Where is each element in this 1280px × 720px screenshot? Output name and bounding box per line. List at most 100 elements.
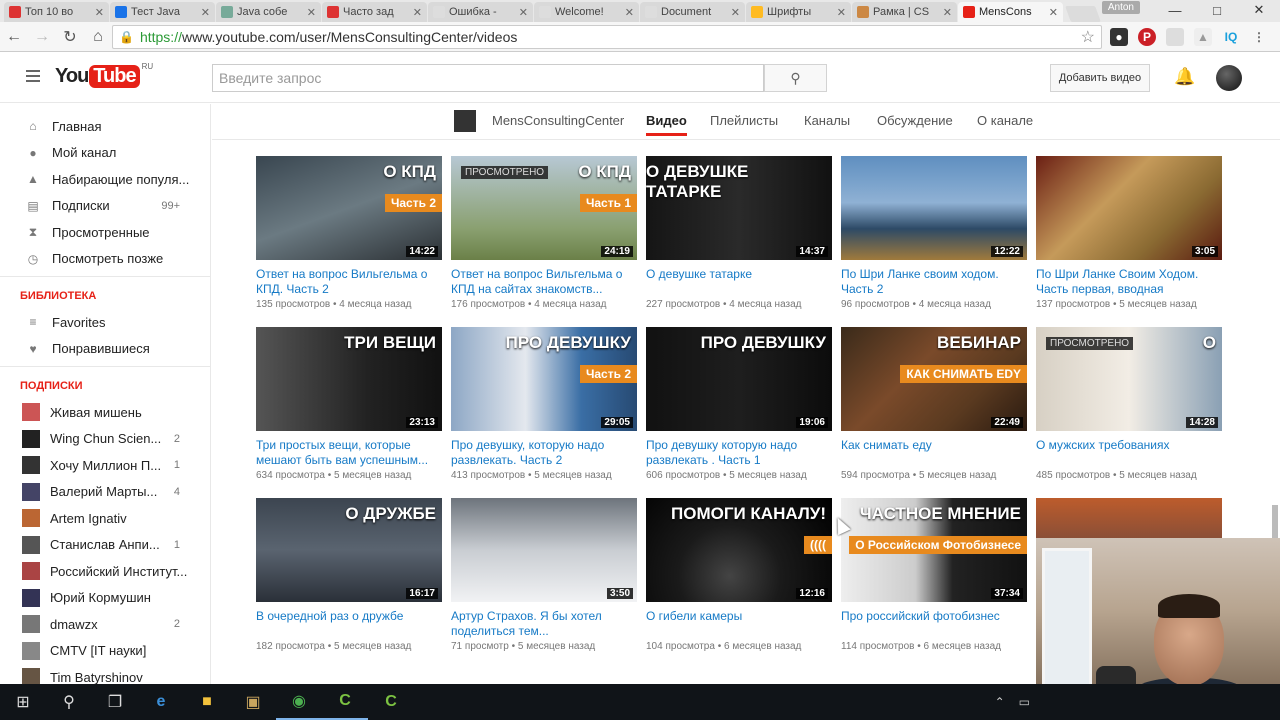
tab-close-icon[interactable]: ✕	[943, 6, 952, 19]
channel-name[interactable]: MensConsultingCenter	[492, 113, 624, 128]
video-thumbnail[interactable]: ВЕБИНАР КАК СНИМАТЬ EDY 22:49	[841, 327, 1027, 431]
close-icon[interactable]: ✕	[1238, 0, 1280, 20]
video-title[interactable]: Ответ на вопрос Вильгельма о КПД на сайт…	[451, 267, 637, 297]
video-card[interactable]: ВЕБИНАР КАК СНИМАТЬ EDY 22:49 Как снимать е…	[841, 327, 1027, 481]
tray-chevron-icon[interactable]: ⌃	[995, 695, 1005, 709]
extension-icon[interactable]: ▲	[1194, 28, 1212, 46]
video-title[interactable]: Про девушку, которую надо развлекать. Ча…	[451, 438, 637, 468]
search-button[interactable]: ⚲	[764, 64, 827, 92]
battery-icon[interactable]: ▭	[1019, 695, 1030, 709]
video-title[interactable]: В очередной раз о дружбе	[256, 609, 442, 639]
video-title[interactable]: По Шри Ланке Своим Ходом. Часть первая, …	[1036, 267, 1222, 297]
subscription-item[interactable]: Artem Ignativ	[0, 505, 210, 532]
video-thumbnail[interactable]: О КПД Часть 2 14:22	[256, 156, 442, 260]
tab-about[interactable]: О канале	[977, 113, 1033, 128]
video-thumbnail[interactable]: ПРО ДЕВУШКУ Часть 2 29:05	[451, 327, 637, 431]
subscription-item[interactable]: Хочу Миллион П... 1	[0, 452, 210, 479]
video-title[interactable]: Артур Страхов. Я бы хотел поделиться тем…	[451, 609, 637, 639]
browser-tab[interactable]: Топ 10 во ✕	[4, 2, 109, 22]
browser-tab[interactable]: Часто зад ✕	[322, 2, 427, 22]
upload-video-button[interactable]: Добавить видео	[1050, 64, 1150, 92]
sidebar-item[interactable]: ♥ Понравившиеся	[0, 336, 210, 363]
extension-icon[interactable]	[1166, 28, 1184, 46]
video-thumbnail[interactable]: ЧАСТНОЕ МНЕНИЕ О Российском Фотобизнесе 37…	[841, 498, 1027, 602]
video-thumbnail[interactable]: 3:05	[1036, 156, 1222, 260]
back-icon[interactable]: ←	[0, 28, 28, 46]
video-title[interactable]: О девушке татарке	[646, 267, 832, 297]
subscription-item[interactable]: Станислав Анпи... 1	[0, 532, 210, 559]
video-card[interactable]: 3:50 Артур Страхов. Я бы хотел поделиться…	[451, 498, 637, 652]
tab-close-icon[interactable]: ✕	[307, 6, 316, 19]
sidebar-item[interactable]: ◷ Посмотреть позже	[0, 246, 210, 273]
browser-tab[interactable]: Шрифты ✕	[746, 2, 851, 22]
video-title[interactable]: Про российский фотобизнес	[841, 609, 1027, 639]
tab-close-icon[interactable]: ✕	[95, 6, 104, 19]
subscription-item[interactable]: Живая мишень	[0, 399, 210, 426]
video-title[interactable]: Ответ на вопрос Вильгельма о КПД. Часть …	[256, 267, 442, 297]
sidebar-item[interactable]: ⧗ Просмотренные	[0, 219, 210, 246]
browser-tab[interactable]: Java собе ✕	[216, 2, 321, 22]
video-title[interactable]: Как снимать еду	[841, 438, 1027, 468]
browser-tab[interactable]: Тест Java ✕	[110, 2, 215, 22]
video-title[interactable]: О гибели камеры	[646, 609, 832, 639]
tab-discussion[interactable]: Обсуждение	[877, 113, 953, 128]
video-title[interactable]: По Шри Ланке своим ходом. Часть 2	[841, 267, 1027, 297]
pinterest-icon[interactable]: P	[1138, 28, 1156, 46]
search-input[interactable]: Введите запрос	[212, 64, 764, 92]
edge-icon[interactable]: e	[138, 684, 184, 720]
video-card[interactable]: 3:05 По Шри Ланке Своим Ходом. Часть перв…	[1036, 156, 1222, 310]
minimize-icon[interactable]: —	[1154, 0, 1196, 20]
extension-icon[interactable]: ●	[1110, 28, 1128, 46]
video-thumbnail[interactable]: О ДЕВУШКЕ ТАТАРКЕ 14:37	[646, 156, 832, 260]
subscription-item[interactable]: CMTV [IT науки]	[0, 638, 210, 665]
video-thumbnail[interactable]: 12:22	[841, 156, 1027, 260]
video-card[interactable]: 12:22 По Шри Ланке своим ходом. Часть 2 96…	[841, 156, 1027, 310]
reload-icon[interactable]: ↻	[56, 27, 84, 47]
hamburger-menu-icon[interactable]	[26, 70, 40, 82]
video-card[interactable]: ТРИ ВЕЩИ 23:13 Три простых вещи, которые м…	[256, 327, 442, 481]
video-title[interactable]: Про девушку которую надо развлекать . Ча…	[646, 438, 832, 468]
omnibox[interactable]: 🔒 https:// www.youtube.com/user/MensCons…	[112, 25, 1102, 49]
app-icon[interactable]: ▣	[230, 684, 276, 720]
video-card[interactable]: О ДЕВУШКЕ ТАТАРКЕ 14:37 О девушке татарке 2…	[646, 156, 832, 310]
account-avatar[interactable]	[1216, 65, 1242, 91]
subscription-item[interactable]: Российский Институт...	[0, 558, 210, 585]
subscription-item[interactable]: Юрий Кормушин	[0, 585, 210, 612]
video-card[interactable]: ПОМОГИ КАНАЛУ! ((((12:16 О гибели камеры 10…	[646, 498, 832, 652]
video-thumbnail[interactable]: 3:50	[451, 498, 637, 602]
notifications-bell-icon[interactable]: 🔔	[1174, 67, 1195, 87]
bookmark-star-icon[interactable]: ☆	[1081, 27, 1095, 47]
sidebar-item[interactable]: ⌂ Главная	[0, 113, 210, 140]
tab-close-icon[interactable]: ✕	[1049, 6, 1058, 19]
browser-tab[interactable]: Ошибка - ✕	[428, 2, 533, 22]
camtasia2-icon[interactable]: C	[368, 684, 414, 720]
tab-channels[interactable]: Каналы	[804, 113, 850, 128]
sidebar-item[interactable]: ▲ Набирающие популя...	[0, 166, 210, 193]
browser-tab[interactable]: Document ✕	[640, 2, 745, 22]
video-card[interactable]: ПРОСМОТРЕНО О 14:28 О мужских требованиях 48…	[1036, 327, 1222, 481]
menu-icon[interactable]: ⋮	[1250, 28, 1268, 46]
tab-close-icon[interactable]: ✕	[625, 6, 634, 19]
subscription-item[interactable]: dmawzx 2	[0, 611, 210, 638]
forward-icon[interactable]: →	[28, 28, 56, 46]
video-card[interactable]: ЧАСТНОЕ МНЕНИЕ О Российском Фотобизнесе 37…	[841, 498, 1027, 652]
video-card[interactable]: ПРО ДЕВУШКУ Часть 2 29:05 Про девушку, кото…	[451, 327, 637, 481]
explorer-icon[interactable]: ■	[184, 684, 230, 720]
video-title[interactable]: Три простых вещи, которые мешают быть ва…	[256, 438, 442, 468]
tab-close-icon[interactable]: ✕	[837, 6, 846, 19]
video-thumbnail[interactable]: ПРОСМОТРЕНО О КПД Часть 1 24:19	[451, 156, 637, 260]
tab-close-icon[interactable]: ✕	[731, 6, 740, 19]
video-title[interactable]: О мужских требованиях	[1036, 438, 1222, 468]
search-icon[interactable]: ⚲	[46, 684, 92, 720]
video-thumbnail[interactable]: ПРОСМОТРЕНО О 14:28	[1036, 327, 1222, 431]
video-thumbnail[interactable]: ТРИ ВЕЩИ 23:13	[256, 327, 442, 431]
browser-tab[interactable]: Рамка | CS ✕	[852, 2, 957, 22]
sidebar-item[interactable]: ● Мой канал	[0, 140, 210, 167]
camtasia-icon[interactable]: C	[322, 684, 368, 720]
sidebar-item[interactable]: ▤ Подписки 99+	[0, 193, 210, 220]
windows-start-icon[interactable]: ⊞	[0, 684, 46, 720]
subscription-item[interactable]: Tim Batyrshinov	[0, 664, 210, 684]
profile-chip[interactable]: Anton	[1101, 1, 1140, 14]
tab-videos[interactable]: Видео	[646, 113, 687, 136]
tab-close-icon[interactable]: ✕	[201, 6, 210, 19]
